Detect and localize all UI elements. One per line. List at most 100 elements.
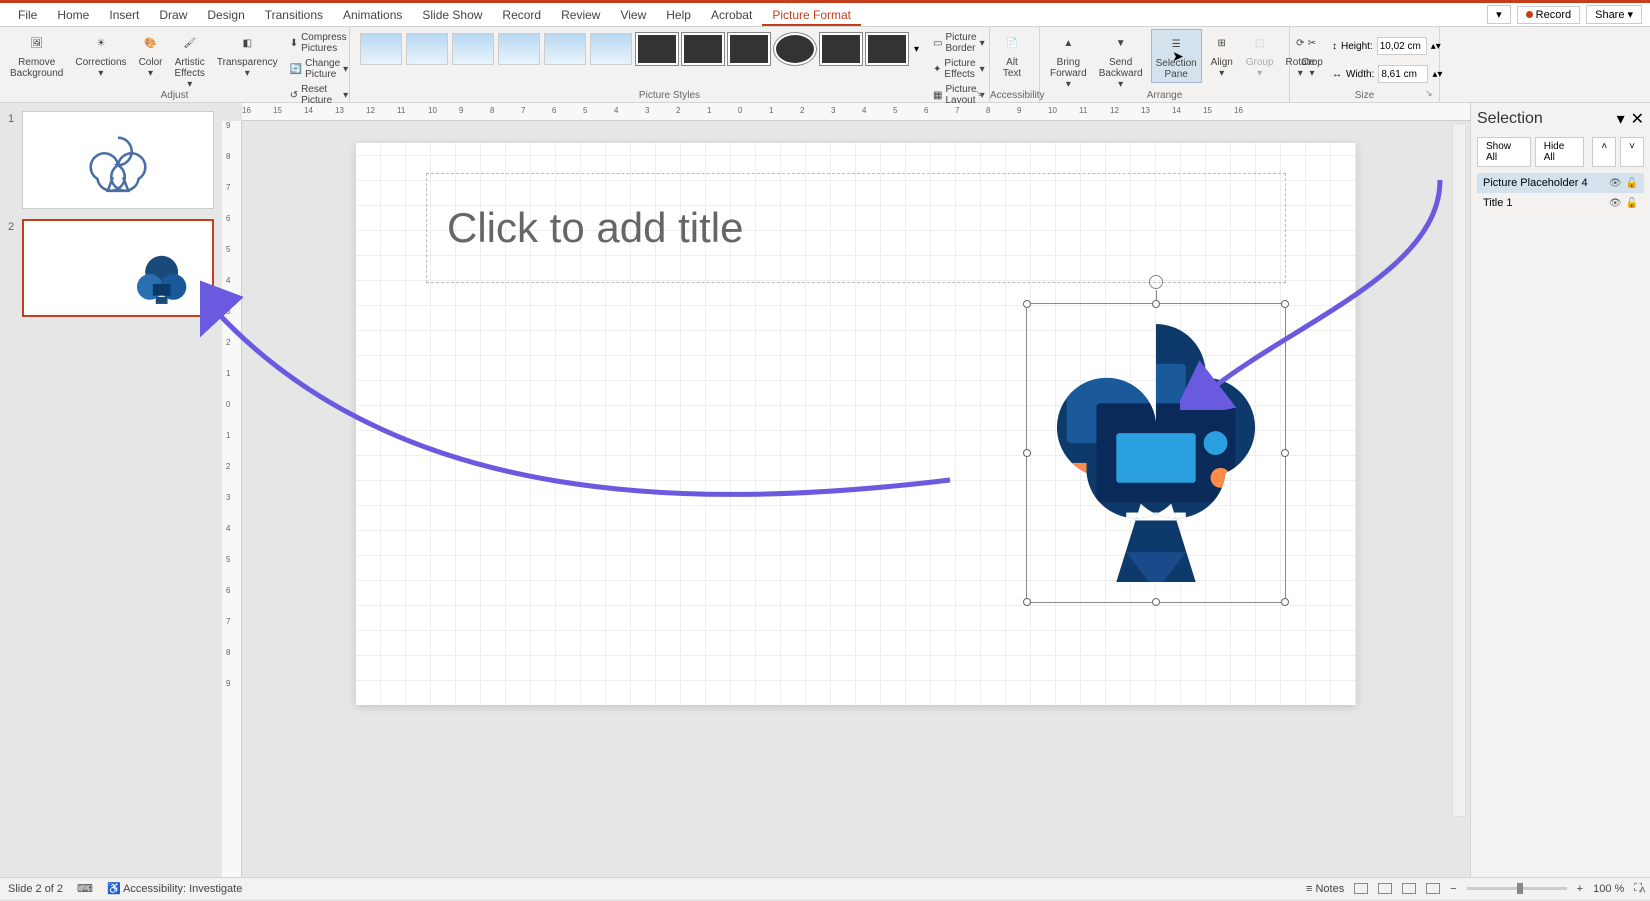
alt-text-button[interactable]: 📄Alt Text	[996, 29, 1028, 81]
resize-handle-s[interactable]	[1152, 598, 1160, 606]
menu-draw[interactable]: Draw	[149, 4, 197, 26]
selection-pane-button[interactable]: ☰Selection Pane	[1151, 29, 1202, 83]
share-button[interactable]: Share ▾	[1586, 5, 1642, 24]
accessibility-status[interactable]: ♿ Accessibility: Investigate	[107, 882, 242, 895]
slide-thumb-2[interactable]	[22, 219, 214, 317]
resize-handle-w[interactable]	[1023, 449, 1031, 457]
accessibility-group-label: Accessibility	[990, 90, 1039, 102]
horizontal-ruler[interactable]: 1615141312111098765432101234567891011121…	[242, 103, 1470, 121]
height-input[interactable]	[1377, 37, 1427, 55]
slide-sorter-view-button[interactable]	[1378, 883, 1392, 894]
resize-handle-sw[interactable]	[1023, 598, 1031, 606]
vertical-ruler[interactable]: 9876543210123456789	[222, 121, 242, 877]
corrections-button[interactable]: ☀Corrections▾	[71, 29, 130, 81]
style-thumb-12[interactable]	[866, 33, 908, 65]
visibility-toggle-icon[interactable]: 👁	[1609, 198, 1622, 209]
accessibility-icon: ♿	[107, 883, 121, 895]
reading-view-button[interactable]	[1402, 883, 1416, 894]
selection-pane-close-button[interactable]: ✕	[1631, 109, 1644, 129]
height-spinner[interactable]: ▴▾	[1431, 41, 1441, 52]
rotate-handle[interactable]	[1149, 275, 1163, 289]
zoom-slider[interactable]	[1467, 887, 1567, 890]
selected-picture[interactable]	[1026, 303, 1286, 603]
menu-transitions[interactable]: Transitions	[255, 4, 333, 26]
slideshow-view-button[interactable]	[1426, 883, 1440, 894]
zoom-level[interactable]: 100 %	[1593, 883, 1624, 895]
gallery-more-button[interactable]: ▾	[912, 42, 921, 57]
picture-border-button[interactable]: ▭Picture Border ▾	[929, 31, 989, 55]
zoom-out-button[interactable]: −	[1450, 883, 1456, 895]
effects-icon: ✦	[933, 64, 941, 75]
status-bar: Slide 2 of 2 ⌨ ♿ Accessibility: Investig…	[0, 877, 1650, 899]
style-thumb-7[interactable]	[636, 33, 678, 65]
menu-acrobat[interactable]: Acrobat	[701, 4, 762, 26]
selection-item-title[interactable]: Title 1 👁🔓	[1477, 193, 1644, 213]
styles-dialog-launcher[interactable]: ↘	[975, 88, 987, 100]
menu-help[interactable]: Help	[656, 4, 701, 26]
menu-review[interactable]: Review	[551, 4, 610, 26]
size-dialog-launcher[interactable]: ↘	[1425, 88, 1437, 100]
menu-slideshow[interactable]: Slide Show	[412, 4, 492, 26]
slide-counter[interactable]: Slide 2 of 2	[8, 883, 63, 895]
title-placeholder[interactable]: Click to add title	[426, 173, 1286, 283]
menu-animations[interactable]: Animations	[333, 4, 412, 26]
style-thumb-6[interactable]	[590, 33, 632, 65]
menu-file[interactable]: File	[8, 4, 47, 26]
vertical-scrollbar[interactable]	[1452, 123, 1466, 817]
record-button[interactable]: Record	[1517, 6, 1580, 24]
style-thumb-3[interactable]	[452, 33, 494, 65]
notes-button[interactable]: ≡ Notes	[1306, 883, 1344, 895]
style-thumb-11[interactable]	[820, 33, 862, 65]
menu-home[interactable]: Home	[47, 4, 99, 26]
artistic-effects-button[interactable]: 🖌Artistic Effects▾	[171, 29, 209, 92]
ribbon: 🖼Remove Background ☀Corrections▾ 🎨Color▾…	[0, 27, 1650, 103]
style-thumb-10[interactable]	[774, 33, 816, 65]
resize-handle-nw[interactable]	[1023, 300, 1031, 308]
menu-picture-format[interactable]: Picture Format	[762, 4, 861, 26]
selection-item-picture-placeholder[interactable]: Picture Placeholder 4 👁🔓	[1477, 173, 1644, 193]
style-thumb-4[interactable]	[498, 33, 540, 65]
hide-all-button[interactable]: Hide All	[1535, 137, 1585, 167]
change-picture-button[interactable]: 🔄Change Picture ▾	[286, 57, 353, 81]
move-down-button[interactable]: ˅	[1620, 137, 1644, 167]
collapse-ribbon-button[interactable]: ˄	[1639, 883, 1646, 897]
move-up-button[interactable]: ˄	[1592, 137, 1616, 167]
width-input[interactable]	[1378, 65, 1428, 83]
show-all-button[interactable]: Show All	[1477, 137, 1531, 167]
visibility-toggle-icon[interactable]: 👁	[1609, 178, 1622, 189]
transparency-button[interactable]: ◧Transparency▾	[213, 29, 282, 81]
crop-button[interactable]: ✂Crop▾	[1296, 29, 1328, 81]
zoom-in-button[interactable]: +	[1577, 883, 1583, 895]
width-spinner[interactable]: ▴▾	[1432, 69, 1442, 80]
menu-record[interactable]: Record	[492, 4, 551, 26]
color-button[interactable]: 🎨Color▾	[135, 29, 167, 81]
bring-forward-button[interactable]: ▲Bring Forward ▾	[1046, 29, 1091, 92]
menu-design[interactable]: Design	[197, 4, 254, 26]
selection-pane-dropdown-button[interactable]: ▾	[1617, 109, 1625, 129]
resize-handle-n[interactable]	[1152, 300, 1160, 308]
normal-view-button[interactable]	[1354, 883, 1368, 894]
resize-handle-se[interactable]	[1281, 598, 1289, 606]
remove-background-button[interactable]: 🖼Remove Background	[6, 29, 67, 81]
lock-toggle-icon[interactable]: 🔓	[1626, 198, 1638, 209]
slide-thumbnail-panel[interactable]: 1 2	[0, 103, 222, 877]
menu-view[interactable]: View	[610, 4, 656, 26]
picture-style-gallery[interactable]: ▾	[356, 29, 925, 69]
lock-toggle-icon[interactable]: 🔓	[1626, 178, 1638, 189]
picture-effects-button[interactable]: ✦Picture Effects ▾	[929, 57, 989, 81]
resize-handle-e[interactable]	[1281, 449, 1289, 457]
align-button[interactable]: ⊞Align▾	[1206, 29, 1238, 81]
send-backward-button[interactable]: ▼Send Backward ▾	[1095, 29, 1147, 92]
style-thumb-2[interactable]	[406, 33, 448, 65]
style-thumb-8[interactable]	[682, 33, 724, 65]
mode-switch-button[interactable]: ▾	[1487, 5, 1511, 24]
resize-handle-ne[interactable]	[1281, 300, 1289, 308]
language-icon[interactable]: ⌨	[77, 882, 93, 895]
style-thumb-9[interactable]	[728, 33, 770, 65]
slide-thumb-1[interactable]	[22, 111, 214, 209]
menu-insert[interactable]: Insert	[99, 4, 149, 26]
compress-pictures-button[interactable]: ⬇Compress Pictures	[286, 31, 353, 55]
slide-canvas[interactable]: Click to add title	[356, 143, 1356, 705]
style-thumb-1[interactable]	[360, 33, 402, 65]
style-thumb-5[interactable]	[544, 33, 586, 65]
